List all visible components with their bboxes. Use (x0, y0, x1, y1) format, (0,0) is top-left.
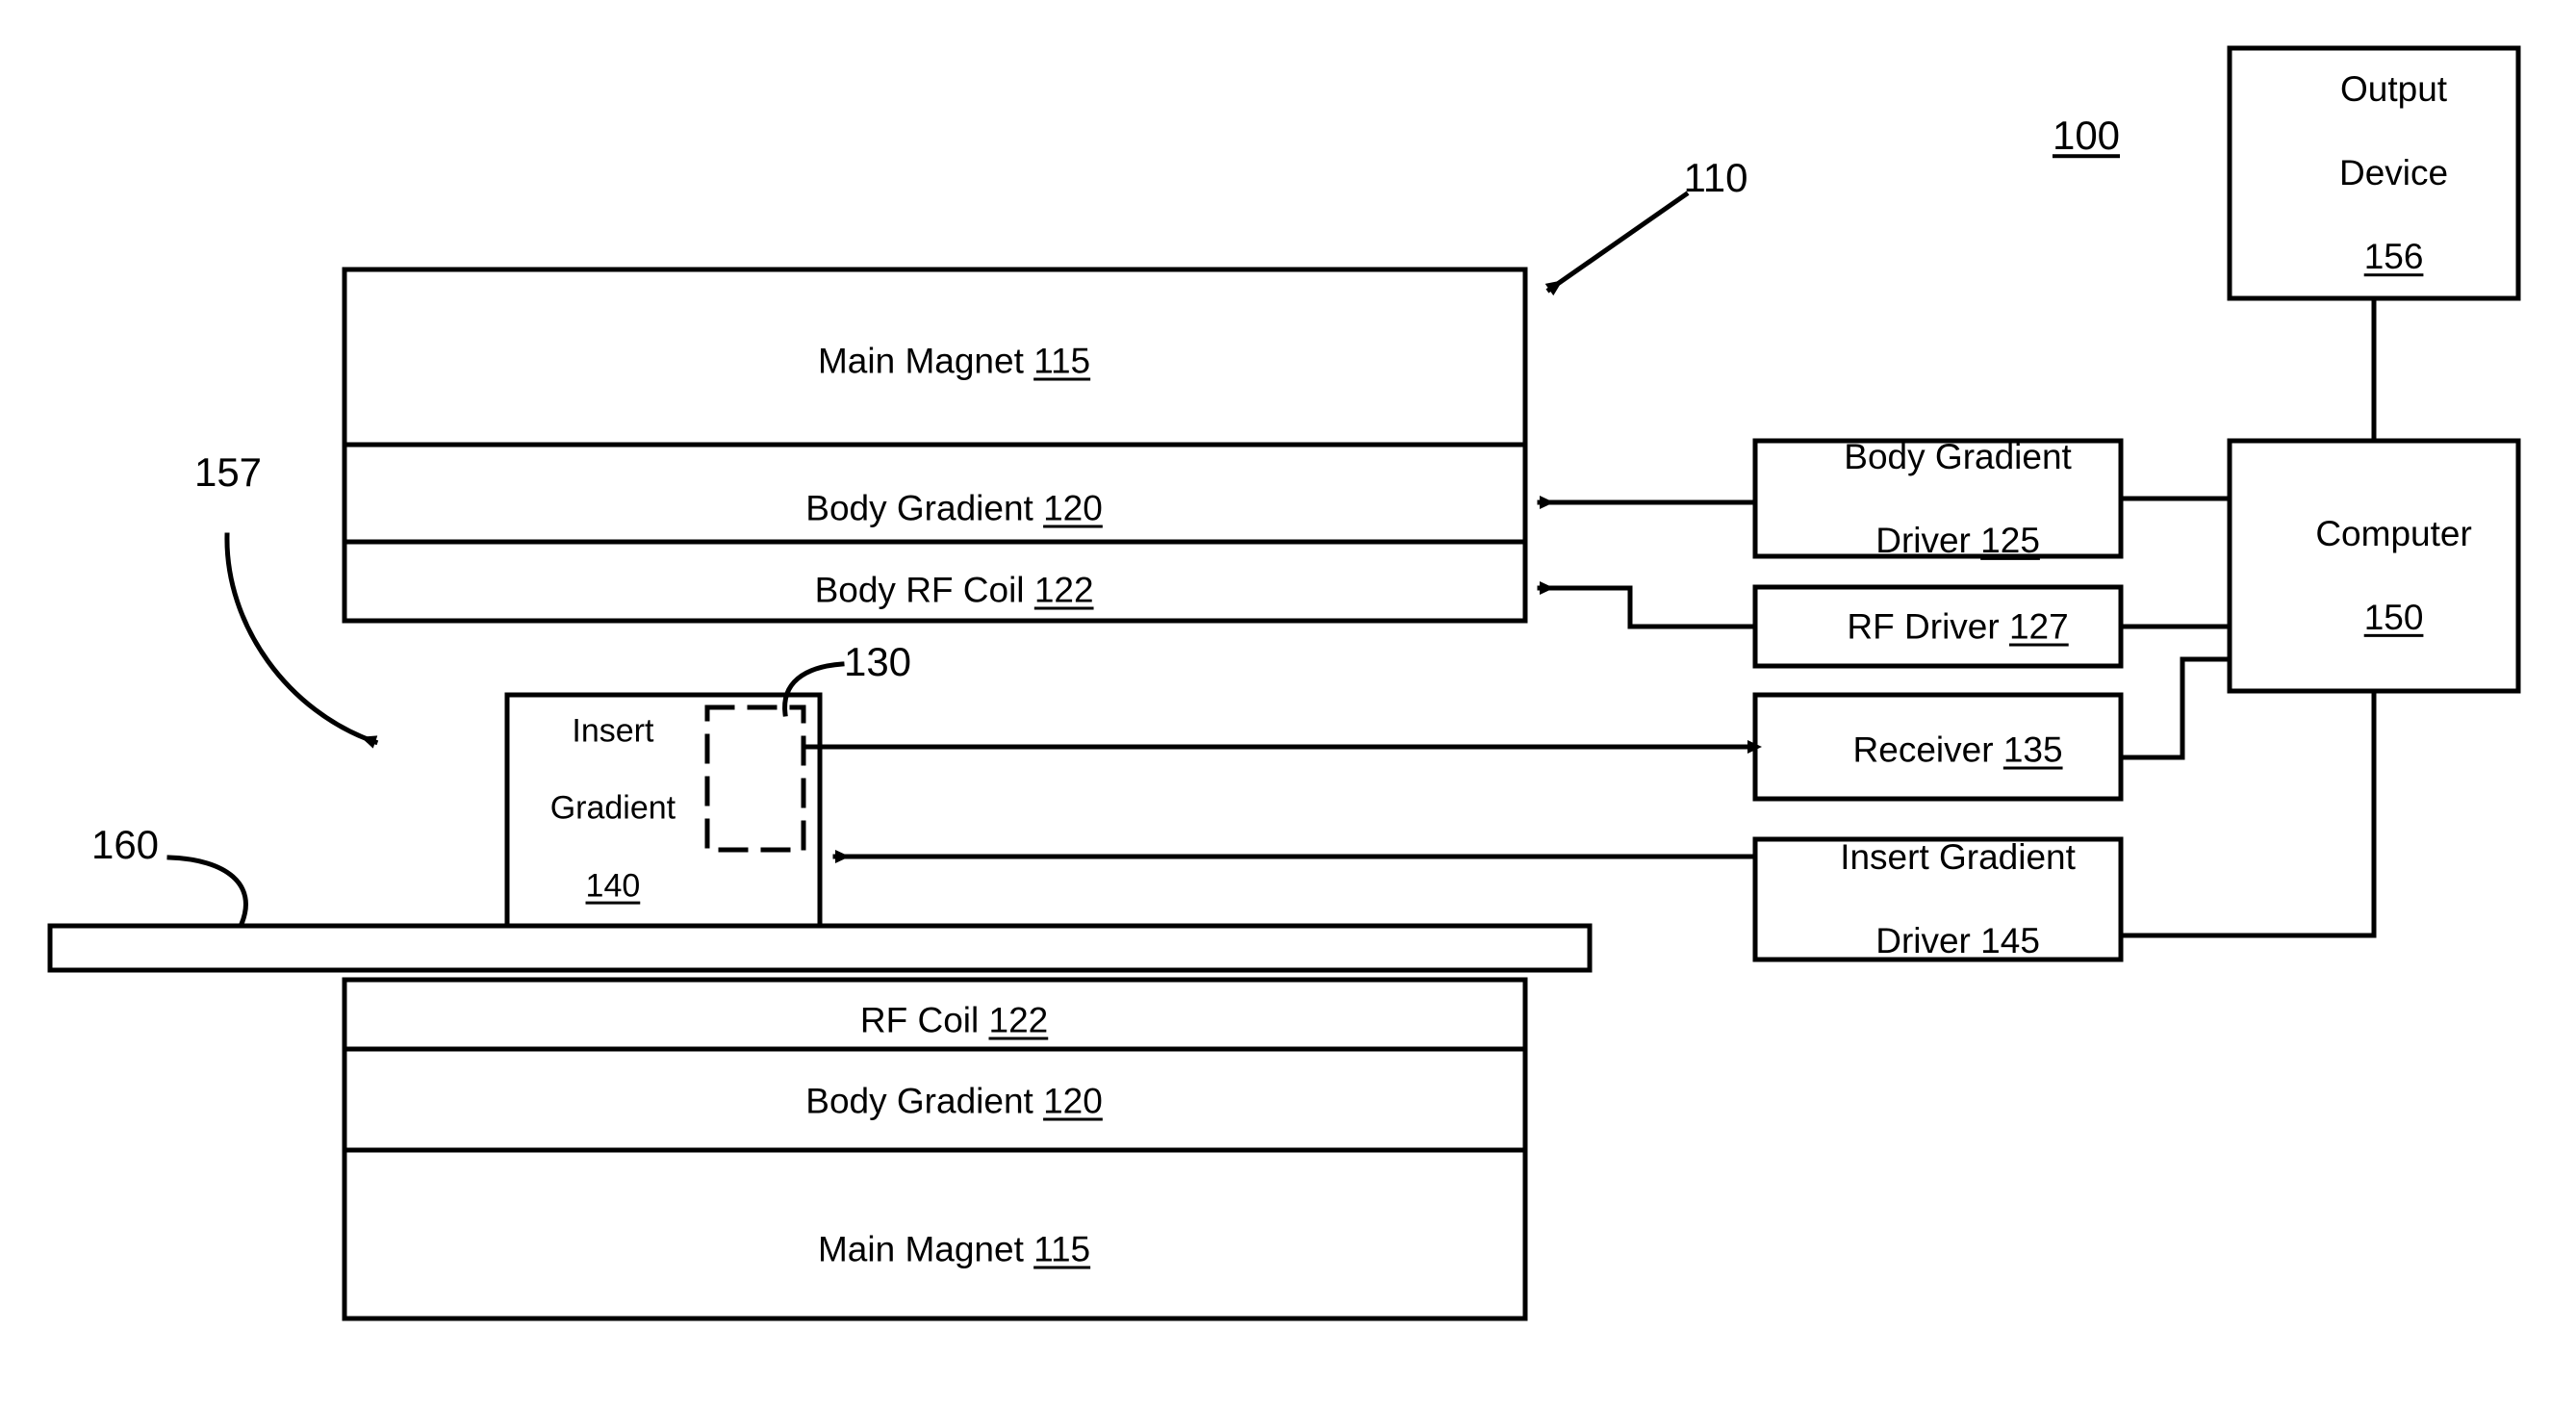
body-gradient-driver-line2: Driver (1875, 520, 1971, 560)
body-gradient-driver-line1: Body Gradient (1844, 436, 2072, 476)
patent-figure: 100 110 157 160 130 Main Magnet 115 Body… (0, 0, 2576, 1408)
bottom-body-gradient-label: Body Gradient 120 (598, 1038, 1271, 1165)
bore-ref-157: 157 (193, 449, 263, 496)
output-device-line1: Output (2340, 68, 2448, 109)
top-body-rf-coil-name: Body RF Coil (814, 570, 1025, 610)
computer-ref: 150 (2363, 597, 2424, 637)
bottom-main-magnet-label: Main Magnet 115 (598, 1187, 1271, 1313)
insert-gradient-label: Insert Gradient 140 (474, 674, 715, 944)
rf-driver-name: RF Driver (1847, 606, 2000, 647)
top-main-magnet-ref: 115 (1033, 341, 1091, 381)
output-device-ref: 156 (2363, 237, 2424, 277)
receiver-name: Receiver (1852, 730, 1994, 770)
insert-gradient-driver-label: Insert Gradient Driver 145 (1760, 794, 2116, 1004)
bottom-body-gradient-ref: 120 (1043, 1081, 1103, 1121)
output-device-line2: Device (2339, 153, 2449, 193)
bottom-body-gradient-name: Body Gradient (805, 1081, 1033, 1121)
top-body-gradient-name: Body Gradient (805, 488, 1033, 528)
figure-ref-100: 100 (2052, 113, 2121, 159)
top-main-magnet-name: Main Magnet (817, 341, 1024, 381)
system-ref-110: 110 (1683, 155, 1748, 201)
rf-driver-label: RF Driver 127 (1760, 564, 2116, 690)
body-gradient-driver-ref: 125 (1980, 520, 2040, 560)
insert-gradient-line1: Insert (572, 712, 654, 750)
computer-label: Computer 150 (2234, 471, 2513, 680)
insert-gradient-driver-line2: Driver (1875, 920, 1971, 960)
diagram-linework (47, 45, 2521, 1321)
insert-gradient-driver-ref: 145 (1980, 920, 2040, 960)
top-body-gradient-ref: 120 (1043, 488, 1103, 528)
bottom-rf-coil-name: RF Coil (859, 1000, 980, 1040)
bottom-main-magnet-name: Main Magnet (817, 1229, 1024, 1269)
top-body-rf-coil-ref: 122 (1033, 570, 1094, 610)
bottom-main-magnet-ref: 115 (1033, 1229, 1091, 1269)
patient-table-ref-160: 160 (90, 822, 160, 868)
rf-driver-ref: 127 (2008, 606, 2069, 647)
insert-gradient-line2: Gradient (549, 789, 676, 827)
output-device-label: Output Device 156 (2234, 26, 2513, 320)
insert-gradient-ref: 140 (585, 867, 641, 905)
bottom-rf-coil-ref: 122 (988, 1000, 1049, 1040)
insert-gradient-driver-line1: Insert Gradient (1840, 836, 2076, 877)
top-main-magnet-label: Main Magnet 115 (598, 298, 1271, 424)
receiver-ref: 135 (2002, 730, 2063, 770)
computer-name: Computer (2315, 513, 2472, 553)
top-body-rf-coil-label: Body RF Coil 122 (598, 527, 1271, 653)
